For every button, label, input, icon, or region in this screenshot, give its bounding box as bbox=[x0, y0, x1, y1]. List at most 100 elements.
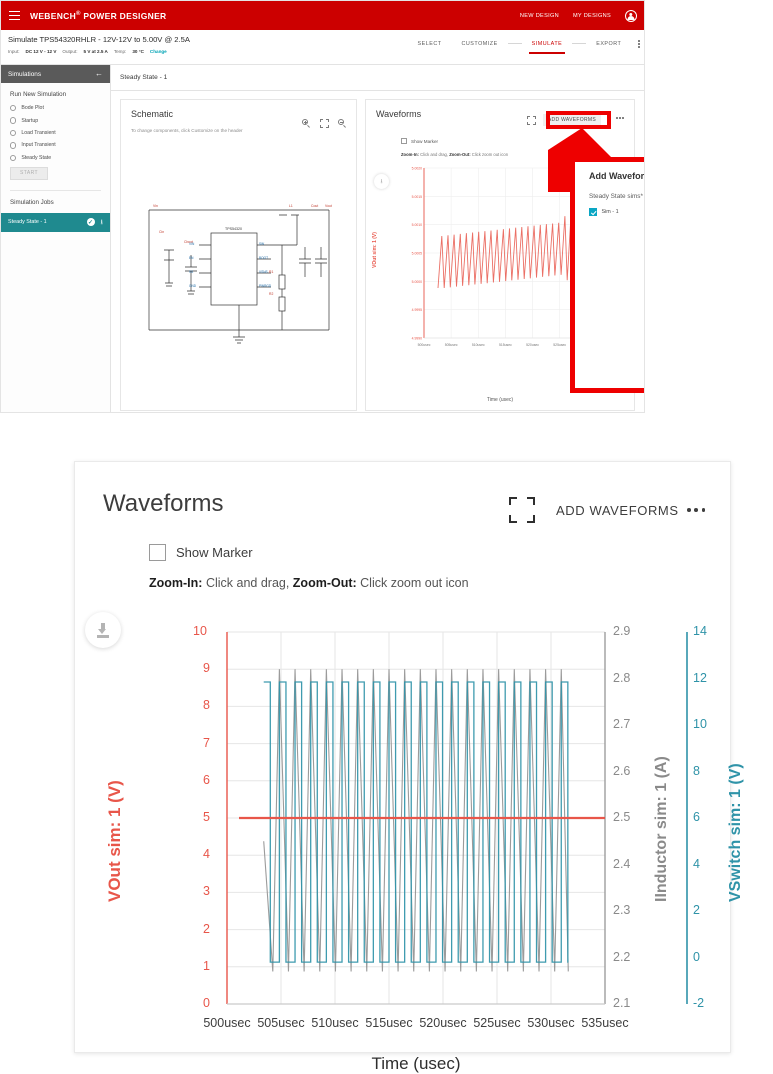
account-icon[interactable] bbox=[625, 9, 637, 22]
ytick-iinductor: 2.4 bbox=[613, 856, 631, 871]
sim-checkbox-row[interactable]: Sim - 1 bbox=[589, 208, 644, 216]
sidebar-item-bode-plot[interactable]: Bode Plot bbox=[10, 105, 101, 112]
ytick-iinductor: 2.9 bbox=[613, 624, 631, 638]
workflow-steps: SELECT CUSTOMIZE SIMULATE EXPORT bbox=[408, 40, 640, 54]
zoom-in-label: Zoom-In: bbox=[401, 152, 419, 157]
zoom-in-icon[interactable] bbox=[302, 119, 311, 128]
waveforms-title: Waveforms bbox=[103, 490, 224, 517]
ytick-iinductor: 2.2 bbox=[613, 949, 631, 964]
ytick-iinductor: 2.3 bbox=[613, 903, 631, 917]
radio-icon[interactable] bbox=[10, 117, 17, 124]
svg-text:Vout: Vout bbox=[325, 204, 332, 208]
step-divider bbox=[572, 43, 587, 45]
add-waveforms-button[interactable]: ADD WAVEFORMS bbox=[556, 503, 679, 518]
small-ytick: 5.0020 bbox=[412, 167, 422, 171]
step-customize[interactable]: CUSTOMIZE bbox=[452, 41, 508, 47]
waveform-chart[interactable]: 0 1 2 3 4 5 6 7 8 9 10 2.1 2.2 2.3 2.4 2.5 2.6 2.7 2.8 2.9-… bbox=[75, 602, 744, 1073]
nav-new-design[interactable]: NEW DESIGN bbox=[520, 13, 559, 19]
simulation-job-row[interactable]: Steady State - 1 ✓ ⭳ bbox=[1, 212, 110, 232]
ytick-vout: 10 bbox=[193, 624, 207, 638]
svg-text:VIN: VIN bbox=[189, 242, 195, 246]
fullscreen-icon[interactable] bbox=[509, 497, 535, 523]
sidebar-item-input-transient[interactable]: Input Transient bbox=[10, 142, 101, 149]
waveform-chart-svg bbox=[226, 631, 688, 1005]
radio-icon[interactable] bbox=[10, 142, 17, 149]
small-ytick: 5.0010 bbox=[412, 223, 422, 227]
ytick-vswitch: 10 bbox=[693, 717, 707, 731]
sidebar-item-steady-state[interactable]: Steady State bbox=[10, 154, 101, 161]
kebab-vertical-icon[interactable] bbox=[638, 40, 640, 48]
radio-icon[interactable] bbox=[10, 154, 17, 161]
show-marker-checkbox[interactable] bbox=[149, 544, 166, 561]
svg-text:EN: EN bbox=[189, 256, 194, 260]
xtick-time: 535usec bbox=[581, 1016, 629, 1030]
brand-suffix: POWER DESIGNER bbox=[80, 10, 167, 21]
kebab-horizontal-icon[interactable] bbox=[687, 508, 706, 512]
zoom-out-icon[interactable] bbox=[338, 119, 347, 128]
sims-column-header: Steady State sims* bbox=[589, 193, 643, 200]
nav-my-designs[interactable]: MY DESIGNS bbox=[573, 13, 611, 19]
ytick-vswitch: 2 bbox=[693, 903, 700, 917]
topbar-nav: NEW DESIGN MY DESIGNS bbox=[520, 9, 644, 22]
step-export[interactable]: EXPORT bbox=[586, 41, 631, 47]
sidebar-body: Run New Simulation Bode Plot Startup Loa… bbox=[1, 83, 110, 232]
small-chart-ylabel: VOut sim: 1 (V) bbox=[372, 232, 378, 268]
zoom-in-text: Click and drag, bbox=[202, 576, 293, 590]
svg-text:L1: L1 bbox=[289, 204, 293, 208]
change-link[interactable]: Change bbox=[150, 49, 167, 54]
ytick-iinductor: 2.1 bbox=[613, 996, 631, 1010]
sim-type-label: Load Transient bbox=[21, 129, 56, 136]
svg-text:R2: R2 bbox=[269, 292, 273, 296]
design-subheader: Simulate TPS54320RHLR - 12V-12V to 5.00V… bbox=[1, 30, 644, 65]
callout-highlight-box bbox=[546, 111, 611, 129]
fullscreen-icon[interactable] bbox=[527, 116, 536, 125]
arrow-left-icon[interactable]: ← bbox=[95, 70, 103, 78]
ytick-vout: 1 bbox=[203, 958, 210, 973]
radio-icon[interactable] bbox=[10, 129, 17, 137]
zoom-out-label: Zoom-Out: bbox=[449, 152, 471, 157]
ytick-vout: 2 bbox=[203, 921, 210, 936]
sidebar-title: Simulations bbox=[8, 70, 42, 78]
show-marker-checkbox[interactable] bbox=[401, 138, 407, 144]
start-button[interactable]: START bbox=[10, 166, 48, 180]
fullscreen-icon[interactable] bbox=[320, 119, 329, 128]
input-value: DC 12 V - 12 V bbox=[25, 49, 57, 54]
ytick-vout: 3 bbox=[203, 884, 210, 899]
show-marker-row[interactable]: Show Marker bbox=[149, 544, 253, 561]
checkbox-checked-icon[interactable] bbox=[589, 208, 597, 216]
ytick-vout: 9 bbox=[203, 661, 210, 676]
brand-prefix: WEBENCH bbox=[30, 10, 77, 21]
svg-text:Cout: Cout bbox=[311, 204, 318, 208]
waveforms-title-small: Waveforms bbox=[376, 109, 422, 119]
show-marker-label: Show Marker bbox=[411, 138, 439, 144]
ytick-vswitch: 12 bbox=[693, 670, 707, 685]
hamburger-icon[interactable] bbox=[9, 11, 20, 20]
ytick-vswitch: 4 bbox=[693, 856, 700, 871]
schematic-toolbar bbox=[302, 119, 347, 128]
temp-value: 30 °C bbox=[132, 49, 144, 54]
check-circle-icon: ✓ bbox=[86, 218, 95, 227]
kebab-horizontal-icon[interactable] bbox=[616, 117, 624, 119]
sidebar-item-load-transient[interactable]: Load Transient bbox=[10, 129, 101, 137]
download-icon[interactable]: ⭳ bbox=[101, 219, 103, 226]
zoom-out-text: Click zoom out icon bbox=[470, 152, 509, 157]
ytick-vout: 6 bbox=[203, 772, 210, 787]
show-marker-label: Show Marker bbox=[176, 545, 253, 560]
sim-type-label: Steady State bbox=[21, 154, 52, 161]
schematic-diagram: CinCboot L1 Cout R1R2 Vin Vout VINEN SSGND… bbox=[148, 204, 332, 344]
svg-text:GND: GND bbox=[189, 284, 197, 288]
show-marker-row-small[interactable]: Show Marker bbox=[401, 138, 438, 144]
svg-text:BOOT: BOOT bbox=[259, 256, 268, 260]
tab-steady-state-1[interactable]: Steady State - 1 bbox=[120, 74, 167, 81]
step-select[interactable]: SELECT bbox=[408, 41, 452, 47]
download-icon[interactable]: ⭳ bbox=[374, 174, 389, 189]
ytick-iinductor: 2.5 bbox=[613, 810, 631, 824]
step-simulate[interactable]: SIMULATE bbox=[522, 41, 573, 54]
radio-icon[interactable] bbox=[10, 105, 17, 112]
xaxis-title: Time (usec) bbox=[371, 1054, 461, 1073]
ytick-iinductor: 2.7 bbox=[613, 717, 631, 731]
dialog-title: Add Waveforms bbox=[589, 171, 645, 181]
yaxis-title-iinductor: IInductor sim: 1 (A) bbox=[653, 756, 670, 902]
step-divider bbox=[507, 43, 522, 45]
sidebar-item-startup[interactable]: Startup bbox=[10, 117, 101, 124]
